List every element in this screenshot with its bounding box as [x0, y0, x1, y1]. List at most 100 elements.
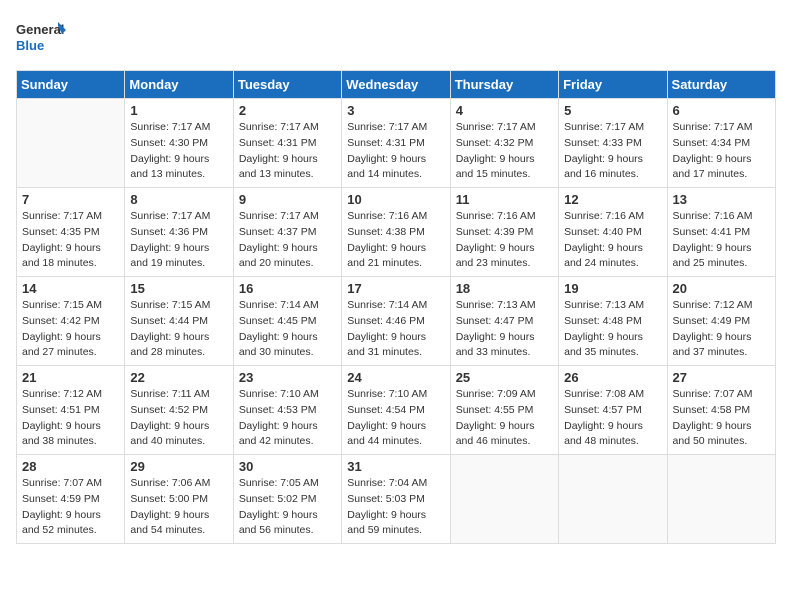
calendar-cell: 30 Sunrise: 7:05 AM Sunset: 5:02 PM Dayl…	[233, 455, 341, 544]
sunrise-label: Sunrise: 7:11 AM	[130, 388, 209, 400]
calendar-cell: 25 Sunrise: 7:09 AM Sunset: 4:55 PM Dayl…	[450, 366, 558, 455]
sunset-label: Sunset: 4:52 PM	[130, 404, 208, 416]
day-number: 20	[673, 281, 770, 296]
sunset-label: Sunset: 4:46 PM	[347, 315, 425, 327]
sunset-label: Sunset: 4:45 PM	[239, 315, 317, 327]
day-number: 26	[564, 370, 661, 385]
calendar-cell: 7 Sunrise: 7:17 AM Sunset: 4:35 PM Dayli…	[17, 188, 125, 277]
sunset-label: Sunset: 4:42 PM	[22, 315, 100, 327]
sunset-label: Sunset: 4:39 PM	[456, 226, 534, 238]
calendar-cell: 19 Sunrise: 7:13 AM Sunset: 4:48 PM Dayl…	[559, 277, 667, 366]
daylight-label: Daylight: 9 hours and 50 minutes.	[673, 420, 752, 448]
sunset-label: Sunset: 5:03 PM	[347, 493, 425, 505]
sunrise-label: Sunrise: 7:16 AM	[347, 210, 427, 222]
column-header-saturday: Saturday	[667, 71, 775, 99]
sunrise-label: Sunrise: 7:14 AM	[347, 299, 427, 311]
sunrise-label: Sunrise: 7:15 AM	[130, 299, 210, 311]
day-number: 8	[130, 192, 227, 207]
day-number: 29	[130, 459, 227, 474]
calendar-cell: 12 Sunrise: 7:16 AM Sunset: 4:40 PM Dayl…	[559, 188, 667, 277]
day-number: 18	[456, 281, 553, 296]
sunrise-label: Sunrise: 7:13 AM	[456, 299, 536, 311]
daylight-label: Daylight: 9 hours and 17 minutes.	[673, 153, 752, 181]
column-header-friday: Friday	[559, 71, 667, 99]
calendar-week-row: 28 Sunrise: 7:07 AM Sunset: 4:59 PM Dayl…	[17, 455, 776, 544]
sunrise-label: Sunrise: 7:07 AM	[673, 388, 753, 400]
calendar-cell: 11 Sunrise: 7:16 AM Sunset: 4:39 PM Dayl…	[450, 188, 558, 277]
day-number: 7	[22, 192, 119, 207]
sunset-label: Sunset: 4:33 PM	[564, 137, 642, 149]
logo: General Blue	[16, 16, 66, 58]
sunset-label: Sunset: 4:54 PM	[347, 404, 425, 416]
logo-svg: General Blue	[16, 16, 66, 58]
daylight-label: Daylight: 9 hours and 23 minutes.	[456, 242, 535, 270]
day-number: 30	[239, 459, 336, 474]
day-number: 11	[456, 192, 553, 207]
daylight-label: Daylight: 9 hours and 48 minutes.	[564, 420, 643, 448]
sunrise-label: Sunrise: 7:16 AM	[673, 210, 753, 222]
calendar-cell: 1 Sunrise: 7:17 AM Sunset: 4:30 PM Dayli…	[125, 99, 233, 188]
sunset-label: Sunset: 4:35 PM	[22, 226, 100, 238]
day-number: 1	[130, 103, 227, 118]
sunset-label: Sunset: 4:53 PM	[239, 404, 317, 416]
daylight-label: Daylight: 9 hours and 13 minutes.	[130, 153, 209, 181]
sunset-label: Sunset: 4:40 PM	[564, 226, 642, 238]
calendar-cell: 9 Sunrise: 7:17 AM Sunset: 4:37 PM Dayli…	[233, 188, 341, 277]
sunset-label: Sunset: 4:31 PM	[347, 137, 425, 149]
sunset-label: Sunset: 4:51 PM	[22, 404, 100, 416]
calendar-cell: 31 Sunrise: 7:04 AM Sunset: 5:03 PM Dayl…	[342, 455, 450, 544]
sunset-label: Sunset: 4:59 PM	[22, 493, 100, 505]
calendar-cell: 13 Sunrise: 7:16 AM Sunset: 4:41 PM Dayl…	[667, 188, 775, 277]
calendar-cell: 6 Sunrise: 7:17 AM Sunset: 4:34 PM Dayli…	[667, 99, 775, 188]
day-number: 2	[239, 103, 336, 118]
day-number: 5	[564, 103, 661, 118]
sunset-label: Sunset: 4:34 PM	[673, 137, 751, 149]
calendar-cell	[559, 455, 667, 544]
calendar-cell: 24 Sunrise: 7:10 AM Sunset: 4:54 PM Dayl…	[342, 366, 450, 455]
calendar-cell: 3 Sunrise: 7:17 AM Sunset: 4:31 PM Dayli…	[342, 99, 450, 188]
daylight-label: Daylight: 9 hours and 35 minutes.	[564, 331, 643, 359]
day-info: Sunrise: 7:12 AM Sunset: 4:51 PM Dayligh…	[22, 387, 119, 450]
sunrise-label: Sunrise: 7:17 AM	[22, 210, 102, 222]
sunrise-label: Sunrise: 7:15 AM	[22, 299, 102, 311]
sunset-label: Sunset: 4:58 PM	[673, 404, 751, 416]
daylight-label: Daylight: 9 hours and 33 minutes.	[456, 331, 535, 359]
daylight-label: Daylight: 9 hours and 54 minutes.	[130, 509, 209, 537]
day-info: Sunrise: 7:14 AM Sunset: 4:46 PM Dayligh…	[347, 298, 444, 361]
sunrise-label: Sunrise: 7:08 AM	[564, 388, 644, 400]
calendar-cell: 21 Sunrise: 7:12 AM Sunset: 4:51 PM Dayl…	[17, 366, 125, 455]
day-info: Sunrise: 7:17 AM Sunset: 4:33 PM Dayligh…	[564, 120, 661, 183]
day-info: Sunrise: 7:17 AM Sunset: 4:36 PM Dayligh…	[130, 209, 227, 272]
daylight-label: Daylight: 9 hours and 52 minutes.	[22, 509, 101, 537]
calendar-cell: 18 Sunrise: 7:13 AM Sunset: 4:47 PM Dayl…	[450, 277, 558, 366]
calendar-cell: 27 Sunrise: 7:07 AM Sunset: 4:58 PM Dayl…	[667, 366, 775, 455]
day-number: 21	[22, 370, 119, 385]
day-info: Sunrise: 7:09 AM Sunset: 4:55 PM Dayligh…	[456, 387, 553, 450]
sunrise-label: Sunrise: 7:05 AM	[239, 477, 319, 489]
sunset-label: Sunset: 4:36 PM	[130, 226, 208, 238]
daylight-label: Daylight: 9 hours and 30 minutes.	[239, 331, 318, 359]
calendar-cell: 17 Sunrise: 7:14 AM Sunset: 4:46 PM Dayl…	[342, 277, 450, 366]
calendar-cell: 20 Sunrise: 7:12 AM Sunset: 4:49 PM Dayl…	[667, 277, 775, 366]
sunrise-label: Sunrise: 7:04 AM	[347, 477, 427, 489]
sunrise-label: Sunrise: 7:09 AM	[456, 388, 536, 400]
sunrise-label: Sunrise: 7:17 AM	[347, 121, 427, 133]
day-number: 15	[130, 281, 227, 296]
day-info: Sunrise: 7:07 AM Sunset: 4:58 PM Dayligh…	[673, 387, 770, 450]
day-info: Sunrise: 7:05 AM Sunset: 5:02 PM Dayligh…	[239, 476, 336, 539]
sunset-label: Sunset: 4:41 PM	[673, 226, 751, 238]
daylight-label: Daylight: 9 hours and 21 minutes.	[347, 242, 426, 270]
day-number: 25	[456, 370, 553, 385]
svg-text:Blue: Blue	[16, 38, 44, 53]
sunrise-label: Sunrise: 7:17 AM	[130, 121, 210, 133]
daylight-label: Daylight: 9 hours and 25 minutes.	[673, 242, 752, 270]
day-number: 28	[22, 459, 119, 474]
calendar-cell: 16 Sunrise: 7:14 AM Sunset: 4:45 PM Dayl…	[233, 277, 341, 366]
day-number: 9	[239, 192, 336, 207]
svg-text:General: General	[16, 22, 64, 37]
calendar-week-row: 14 Sunrise: 7:15 AM Sunset: 4:42 PM Dayl…	[17, 277, 776, 366]
daylight-label: Daylight: 9 hours and 59 minutes.	[347, 509, 426, 537]
sunset-label: Sunset: 5:00 PM	[130, 493, 208, 505]
daylight-label: Daylight: 9 hours and 56 minutes.	[239, 509, 318, 537]
column-header-wednesday: Wednesday	[342, 71, 450, 99]
